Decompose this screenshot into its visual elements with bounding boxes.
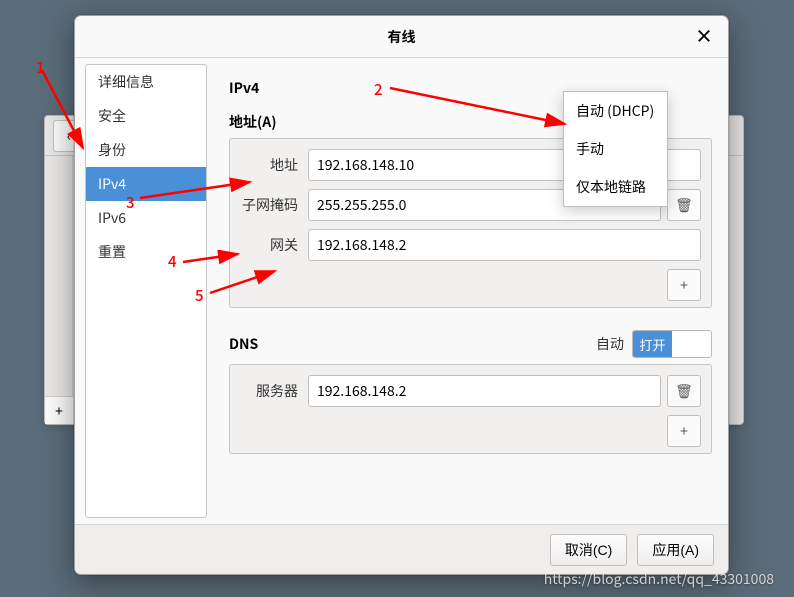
wired-settings-dialog: 有线 × 详细信息 安全 身份 IPv4 IPv6 重置 IPv4 地址(A) … <box>74 15 729 575</box>
annotation-4: 4 <box>168 251 177 272</box>
dns-panel: 服务器 🗑 + <box>229 364 712 454</box>
annotation-2: 2 <box>374 79 383 100</box>
trash-icon: 🗑 <box>675 381 693 401</box>
dns-auto-label: 自动 <box>596 334 624 354</box>
dns-delete-button[interactable]: 🗑 <box>667 375 701 407</box>
address-delete-button[interactable]: 🗑 <box>667 189 701 221</box>
dropdown-item-dhcp[interactable]: 自动 (DHCP) <box>564 92 667 130</box>
dns-server-input[interactable] <box>308 375 661 407</box>
dialog-title: 有线 <box>388 27 416 47</box>
sidebar-item-details[interactable]: 详细信息 <box>86 65 206 99</box>
switch-on-label: 打开 <box>633 331 672 357</box>
dropdown-item-linklocal[interactable]: 仅本地链路 <box>564 168 667 206</box>
apply-button[interactable]: 应用(A) <box>637 534 714 566</box>
address-label: 地址 <box>240 155 308 175</box>
dns-auto-switch[interactable]: 打开 <box>632 330 712 358</box>
dns-heading: DNS <box>229 334 258 354</box>
plus-icon: + <box>680 421 688 441</box>
gateway-input[interactable] <box>308 229 701 261</box>
sidebar-item-ipv4[interactable]: IPv4 <box>86 167 206 201</box>
cancel-button[interactable]: 取消(C) <box>550 534 627 566</box>
dns-server-label: 服务器 <box>240 381 308 401</box>
annotation-3: 3 <box>126 192 135 213</box>
trash-icon: 🗑 <box>675 195 693 215</box>
dropdown-item-manual[interactable]: 手动 <box>564 130 667 168</box>
switch-knob <box>672 331 711 357</box>
annotation-5: 5 <box>195 285 204 306</box>
dialog-title-bar: 有线 × <box>75 16 728 58</box>
sidebar-item-identity[interactable]: 身份 <box>86 133 206 167</box>
settings-sidebar: 详细信息 安全 身份 IPv4 IPv6 重置 <box>85 64 207 518</box>
netmask-label: 子网掩码 <box>240 195 308 215</box>
sidebar-item-security[interactable]: 安全 <box>86 99 206 133</box>
sidebar-item-reset[interactable]: 重置 <box>86 235 206 269</box>
plus-icon: + <box>680 275 688 295</box>
ipv4-method-dropdown: 自动 (DHCP) 手动 仅本地链路 <box>563 91 668 207</box>
bg-sidebar-add[interactable]: + <box>45 396 73 424</box>
dialog-close-button[interactable]: × <box>694 26 714 46</box>
watermark: https://blog.csdn.net/qq_43301008 <box>544 569 774 589</box>
annotation-1: 1 <box>36 57 45 78</box>
gateway-label: 网关 <box>240 235 308 255</box>
dns-add-button[interactable]: + <box>667 415 701 447</box>
sidebar-item-ipv6[interactable]: IPv6 <box>86 201 206 235</box>
dialog-footer: 取消(C) 应用(A) <box>75 524 728 574</box>
address-add-button[interactable]: + <box>667 269 701 301</box>
